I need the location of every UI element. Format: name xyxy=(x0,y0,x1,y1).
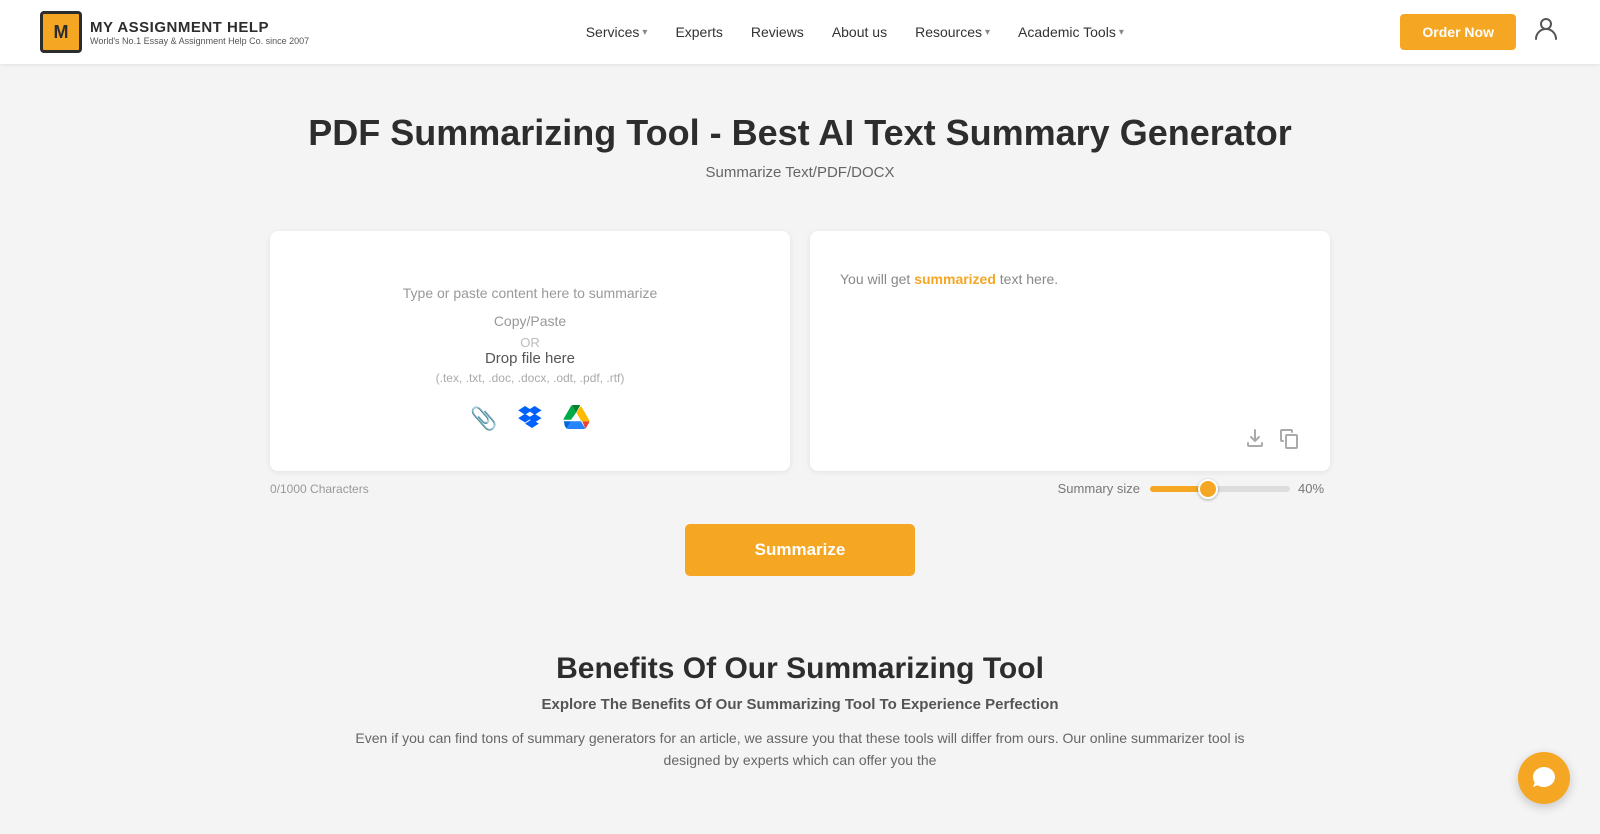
nav-resources[interactable]: Resources ▾ xyxy=(915,24,990,40)
input-panel[interactable]: Type or paste content here to summarize … xyxy=(270,231,790,471)
hero-subtitle: Summarize Text/PDF/DOCX xyxy=(20,164,1580,181)
benefits-subtitle: Explore The Benefits Of Our Summarizing … xyxy=(40,696,1560,713)
or-label: OR xyxy=(520,335,540,350)
logo-badge: M xyxy=(40,11,82,53)
download-button[interactable] xyxy=(1244,427,1266,455)
nav-reviews[interactable]: Reviews xyxy=(751,24,804,40)
summary-size-control: Summary size 40% xyxy=(1058,481,1330,496)
summary-size-slider[interactable] xyxy=(1150,486,1290,492)
upload-icons: 📎 xyxy=(470,405,589,434)
attach-icon[interactable]: 📎 xyxy=(470,406,497,432)
controls-bar: 0/1000 Characters Summary size 40% xyxy=(250,481,1350,496)
benefits-title: Benefits Of Our Summarizing Tool xyxy=(40,652,1560,686)
order-now-button[interactable]: Order Now xyxy=(1400,14,1516,50)
logo-subtitle: World's No.1 Essay & Assignment Help Co.… xyxy=(90,36,309,46)
summary-size-label: Summary size xyxy=(1058,481,1140,496)
output-panel: You will get summarized text here. xyxy=(810,231,1330,471)
benefits-description: Even if you can find tons of summary gen… xyxy=(350,727,1250,772)
summarize-button[interactable]: Summarize xyxy=(685,524,916,576)
dropbox-icon[interactable] xyxy=(516,406,544,433)
page-title: PDF Summarizing Tool - Best AI Text Summ… xyxy=(20,112,1580,154)
char-count: 0/1000 Characters xyxy=(270,482,369,496)
file-types-label: (.tex, .txt, .doc, .docx, .odt, .pdf, .r… xyxy=(436,371,625,385)
summarize-section: Summarize xyxy=(0,524,1600,576)
hero-section: PDF Summarizing Tool - Best AI Text Summ… xyxy=(0,64,1600,211)
chat-bubble[interactable] xyxy=(1518,752,1570,804)
nav-right: Order Now xyxy=(1400,14,1560,50)
chevron-down-icon: ▾ xyxy=(642,27,647,38)
input-placeholder: Type or paste content here to summarize xyxy=(403,279,657,307)
drop-file-label: Drop file here xyxy=(485,350,575,367)
output-actions xyxy=(840,427,1300,455)
google-drive-icon[interactable] xyxy=(562,405,590,434)
navbar: M MY ASSIGNMENT HELP World's No.1 Essay … xyxy=(0,0,1600,64)
chevron-down-icon: ▾ xyxy=(985,27,990,38)
output-placeholder: You will get summarized text here. xyxy=(840,271,1300,287)
copy-paste-label: Copy/Paste xyxy=(494,307,566,335)
nav-academic-tools[interactable]: Academic Tools ▾ xyxy=(1018,24,1124,40)
user-icon[interactable] xyxy=(1532,15,1560,49)
logo-text: MY ASSIGNMENT HELP World's No.1 Essay & … xyxy=(90,19,309,46)
copy-button[interactable] xyxy=(1278,427,1300,455)
chevron-down-icon: ▾ xyxy=(1119,27,1124,38)
logo-area[interactable]: M MY ASSIGNMENT HELP World's No.1 Essay … xyxy=(40,11,309,53)
nav-services[interactable]: Services ▾ xyxy=(586,24,648,40)
percent-label: 40% xyxy=(1298,481,1330,496)
benefits-section: Benefits Of Our Summarizing Tool Explore… xyxy=(0,604,1600,792)
logo-title: MY ASSIGNMENT HELP xyxy=(90,19,309,36)
slider-container: 40% xyxy=(1150,481,1330,496)
tool-area: Type or paste content here to summarize … xyxy=(250,231,1350,471)
nav-about-us[interactable]: About us xyxy=(832,24,887,40)
nav-experts[interactable]: Experts xyxy=(675,24,722,40)
nav-links: Services ▾ Experts Reviews About us Reso… xyxy=(586,24,1124,40)
